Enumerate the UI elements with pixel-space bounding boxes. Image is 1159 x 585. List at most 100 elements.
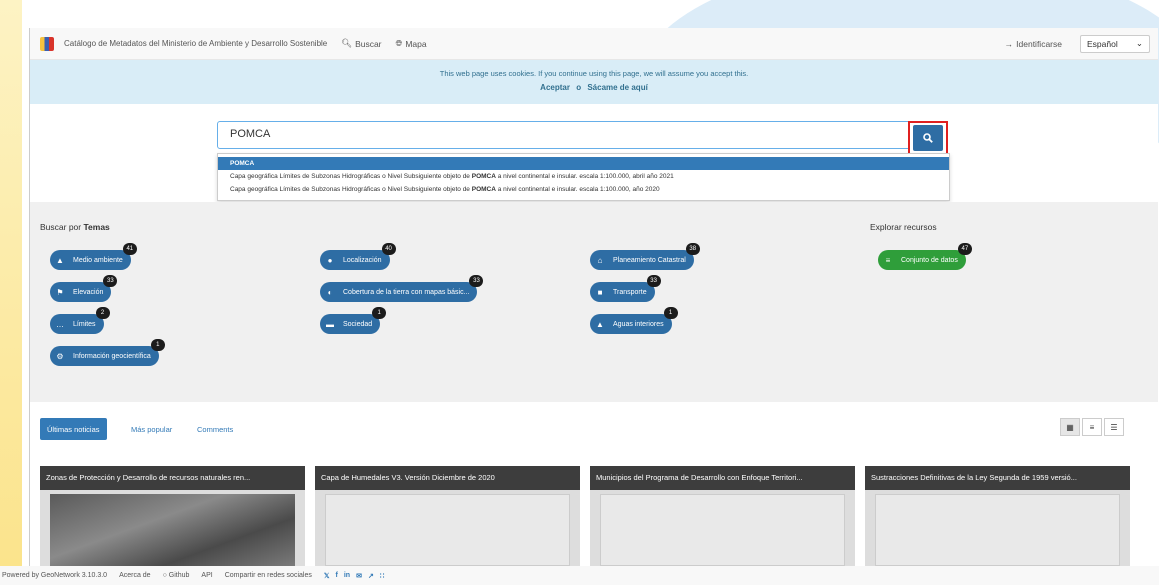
news-card-title: Capa de Humedales V3. Versión Diciembre …	[315, 466, 580, 490]
flag-icon: ⚑	[56, 287, 64, 297]
email-icon[interactable]: ✉	[356, 572, 362, 580]
twitter-icon[interactable]: 𝕏	[324, 572, 330, 580]
language-value: Español	[1087, 38, 1118, 49]
cookie-banner: This web page uses cookies. If you conti…	[30, 60, 1158, 104]
news-card-thumbnail	[875, 494, 1120, 566]
share-label: Compartir en redes sociales	[224, 572, 312, 579]
github-link[interactable]: ○ Github	[163, 572, 190, 579]
browser-content: Catálogo de Metadatos del Ministerio de …	[30, 28, 1158, 585]
resource-label: Conjunto de datos	[901, 256, 958, 264]
language-select[interactable]: Español ⌄	[1080, 34, 1150, 53]
nav-map-link[interactable]: 🌐︎ Mapa	[396, 38, 427, 49]
github-icon: ○	[162, 572, 167, 579]
compact-list-icon: ☰	[1110, 422, 1118, 432]
news-card-thumbnail	[325, 494, 570, 566]
topic-pill[interactable]: ■ Transporte 33	[590, 275, 661, 302]
sign-in-icon: →	[1004, 38, 1014, 49]
topic-label: Elevación	[73, 288, 104, 296]
globe-icon: ◐	[327, 287, 333, 297]
nav-map-label: Mapa	[405, 38, 427, 49]
topic-pill[interactable]: ▲ Medio ambiente 41	[50, 243, 137, 270]
news-card[interactable]: Municipios del Programa de Desarrollo co…	[590, 466, 855, 566]
topic-pill[interactable]: ◐ Cobertura de la tierra con mapas básic…	[320, 275, 484, 302]
chevron-down-icon: ⌄	[1135, 38, 1143, 48]
topic-label: Localización	[343, 256, 382, 264]
grid-view-button[interactable]: ▦	[1060, 418, 1080, 436]
nav-search-label: Buscar	[355, 38, 382, 49]
search-icon	[923, 133, 933, 143]
powered-by-link[interactable]: Powered by GeoNetwork 3.10.3.0	[2, 572, 107, 579]
compact-view-button[interactable]: ☰	[1104, 418, 1124, 436]
topic-label: Transporte	[613, 288, 647, 296]
topic-label: Cobertura de la tierra con mapas básic..…	[343, 288, 470, 296]
background-stripe	[0, 0, 22, 585]
topic-label: Límites	[73, 320, 96, 328]
search-suggestions: POMCA Capa geográfica Límites de Subzona…	[217, 153, 950, 201]
site-title-link[interactable]: Catálogo de Metadatos del Ministerio de …	[64, 39, 327, 48]
gear-icon: ⚙	[56, 351, 64, 361]
linkedin-icon[interactable]: in	[344, 572, 350, 580]
nav-search-link[interactable]: 🔍︎ Buscar	[341, 38, 381, 49]
topic-pill[interactable]: ⚑ Elevación 33	[50, 275, 118, 302]
topic-pill[interactable]: ⌂ Planeamiento Catastral 38	[590, 243, 700, 270]
topic-pill[interactable]: ⚙ Información geocientífica 1	[50, 339, 165, 366]
news-card[interactable]: Capa de Humedales V3. Versión Diciembre …	[315, 466, 580, 566]
tab-comments[interactable]: Comments	[190, 418, 240, 440]
topic-count: 1	[150, 339, 165, 351]
topic-count: 38	[685, 243, 700, 255]
list-icon: ≡	[1089, 422, 1095, 432]
login-link[interactable]: → Identificarse	[1005, 39, 1062, 49]
topic-count: 33	[646, 275, 661, 287]
topic-pill[interactable]: ▬ Sociedad 1	[320, 307, 387, 334]
suggestion-item[interactable]: POMCA	[218, 157, 949, 170]
suggestion-item[interactable]: Capa geográfica Límites de Subzonas Hidr…	[218, 170, 949, 183]
news-card-thumbnail	[600, 494, 845, 566]
topic-count: 41	[122, 243, 137, 255]
search-button[interactable]	[913, 125, 943, 151]
topics-header: Buscar por Temas	[40, 222, 110, 232]
api-link[interactable]: API	[201, 572, 212, 579]
list-view-button[interactable]: ≡	[1082, 418, 1102, 436]
globe-icon: 🌐︎	[395, 38, 403, 48]
news-section: Últimas noticias Más popular Comments ▦ …	[30, 404, 1158, 566]
topic-count: 2	[95, 307, 110, 319]
home-icon: ⌂	[597, 255, 603, 265]
topic-pill[interactable]: … Límites 2	[50, 307, 110, 334]
share-icons: 𝕏 f in ✉ ↗ ∷	[324, 572, 384, 580]
cookie-accept-link[interactable]: Aceptar	[540, 83, 570, 92]
topic-pill[interactable]: ▲ Aguas interiores 1	[590, 307, 678, 334]
about-link[interactable]: Acerca de	[119, 572, 151, 579]
topic-label: Sociedad	[343, 320, 373, 328]
suggestion-item[interactable]: Capa geográfica Límites de Subzonas Hidr…	[218, 183, 949, 196]
cookie-or-text: o	[576, 83, 582, 92]
tint-icon: ▲	[596, 319, 604, 329]
topic-count: 40	[381, 243, 396, 255]
topic-count: 33	[469, 275, 484, 287]
truck-icon: ■	[597, 287, 603, 297]
search-input[interactable]: POMCA	[217, 121, 909, 149]
resource-pill[interactable]: ≡ Conjunto de datos 47	[878, 243, 972, 270]
ministry-logo[interactable]	[40, 36, 54, 51]
link-icon[interactable]: ↗	[368, 572, 374, 580]
github-label: Github	[168, 572, 190, 579]
topic-pill[interactable]: ● Localización 40	[320, 243, 396, 270]
cookie-leave-link[interactable]: Sácame de aquí	[587, 83, 647, 92]
news-card-thumbnail	[50, 494, 295, 566]
topic-count: 1	[663, 307, 678, 319]
news-card[interactable]: Sustracciones Definitivas de la Ley Segu…	[865, 466, 1130, 566]
topic-label: Planeamiento Catastral	[613, 256, 686, 264]
map-marker-icon: ●	[327, 255, 333, 265]
topics-header-bold: Temas	[83, 222, 110, 232]
tab-latest-news[interactable]: Últimas noticias	[40, 418, 107, 440]
grid-icon: ▦	[1066, 422, 1074, 432]
news-card-title: Municipios del Programa de Desarrollo co…	[590, 466, 855, 490]
search-button-highlight	[908, 121, 948, 155]
topic-count: 1	[372, 307, 387, 319]
explore-header: Explorar recursos	[870, 222, 937, 232]
suggestion-match: POMCA	[471, 186, 496, 193]
tab-most-popular[interactable]: Más popular	[124, 418, 179, 440]
topic-label: Medio ambiente	[73, 256, 123, 264]
facebook-icon[interactable]: f	[336, 572, 338, 580]
rss-icon[interactable]: ∷	[380, 572, 384, 580]
news-card[interactable]: Zonas de Protección y Desarrollo de recu…	[40, 466, 305, 566]
